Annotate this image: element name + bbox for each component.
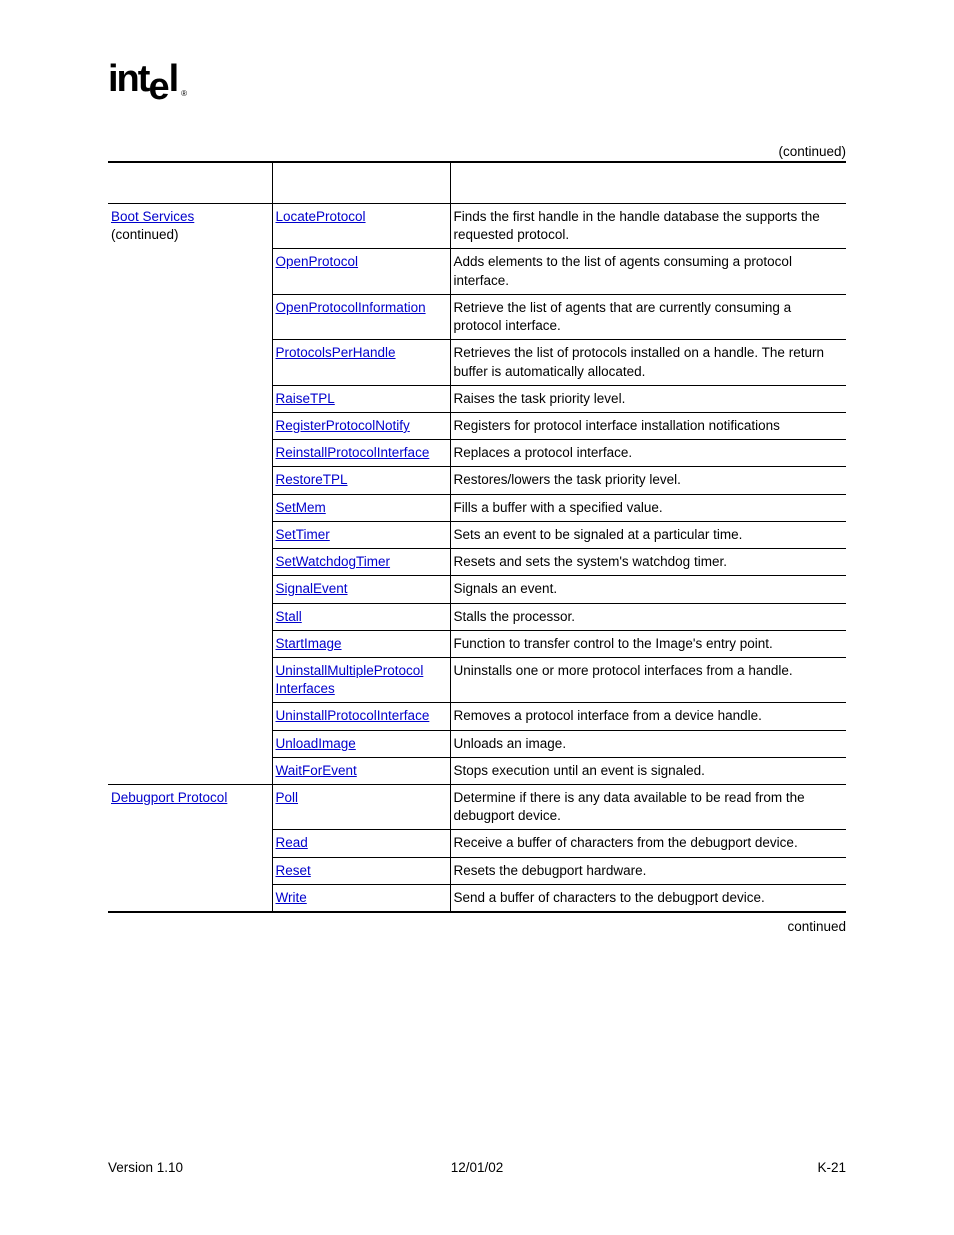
function-name-cell: UninstallMultipleProtocol Interfaces [272, 657, 450, 702]
function-desc-cell: Unloads an image. [450, 730, 846, 757]
page-footer: Version 1.10 12/01/02 K-21 [108, 1160, 846, 1175]
write-link[interactable]: Write [276, 890, 307, 905]
stall-link[interactable]: Stall [276, 609, 302, 624]
function-desc-cell: Uninstalls one or more protocol interfac… [450, 657, 846, 702]
function-desc-cell: Registers for protocol interface install… [450, 412, 846, 439]
function-name-cell: SignalEvent [272, 576, 450, 603]
category-cell-boot-services: Boot Services (continued) [108, 204, 272, 785]
boot-services-link[interactable]: Boot Services [111, 209, 194, 224]
functions-table: Boot Services (continued) LocateProtocol… [108, 161, 846, 913]
function-desc-cell: Resets the debugport hardware. [450, 857, 846, 884]
function-name-cell: Stall [272, 603, 450, 630]
function-desc-cell: Resets and sets the system's watchdog ti… [450, 549, 846, 576]
function-name-cell: ReinstallProtocolInterface [272, 440, 450, 467]
function-desc-cell: Replaces a protocol interface. [450, 440, 846, 467]
function-desc-cell: Raises the task priority level. [450, 385, 846, 412]
unload-image-link[interactable]: UnloadImage [276, 736, 356, 751]
table-header-cell [272, 162, 450, 204]
function-desc-cell: Stalls the processor. [450, 603, 846, 630]
function-desc-cell: Removes a protocol interface from a devi… [450, 703, 846, 730]
set-mem-link[interactable]: SetMem [276, 500, 326, 515]
open-protocol-link[interactable]: OpenProtocol [276, 254, 359, 269]
start-image-link[interactable]: StartImage [276, 636, 342, 651]
function-desc-cell: Stops execution until an event is signal… [450, 757, 846, 784]
table-caption-continued: (continued) [108, 144, 846, 159]
register-protocol-notify-link[interactable]: RegisterProtocolNotify [276, 418, 410, 433]
poll-link[interactable]: Poll [276, 790, 299, 805]
table-header-cell [450, 162, 846, 204]
function-desc-cell: Adds elements to the list of agents cons… [450, 249, 846, 294]
function-desc-cell: Determine if there is any data available… [450, 785, 846, 830]
reinstall-protocol-interface-link[interactable]: ReinstallProtocolInterface [276, 445, 430, 460]
function-desc-cell: Sets an event to be signaled at a partic… [450, 521, 846, 548]
continued-label: continued [108, 919, 846, 934]
table-header-cell [108, 162, 272, 204]
boot-services-subtitle: (continued) [111, 227, 179, 242]
function-name-cell: UninstallProtocolInterface [272, 703, 450, 730]
function-name-cell: StartImage [272, 630, 450, 657]
function-name-cell: SetMem [272, 494, 450, 521]
link-line1: UninstallMultipleProtocol [276, 663, 424, 678]
function-name-cell: RegisterProtocolNotify [272, 412, 450, 439]
function-desc-cell: Receive a buffer of characters from the … [450, 830, 846, 857]
function-name-cell: ProtocolsPerHandle [272, 340, 450, 385]
function-desc-cell: Retrieves the list of protocols installe… [450, 340, 846, 385]
function-name-cell: OpenProtocolInformation [272, 294, 450, 339]
restore-tpl-link[interactable]: RestoreTPL [276, 472, 348, 487]
wait-for-event-link[interactable]: WaitForEvent [276, 763, 357, 778]
set-timer-link[interactable]: SetTimer [276, 527, 330, 542]
protocols-per-handle-link[interactable]: ProtocolsPerHandle [276, 345, 396, 360]
function-name-cell: Write [272, 884, 450, 912]
reset-link[interactable]: Reset [276, 863, 311, 878]
function-desc-cell: Retrieve the list of agents that are cur… [450, 294, 846, 339]
function-name-cell: SetTimer [272, 521, 450, 548]
open-protocol-information-link[interactable]: OpenProtocolInformation [276, 300, 426, 315]
function-name-cell: Read [272, 830, 450, 857]
function-name-cell: UnloadImage [272, 730, 450, 757]
category-cell-debugport: Debugport Protocol [108, 785, 272, 913]
function-name-cell: RestoreTPL [272, 467, 450, 494]
function-name-cell: OpenProtocol [272, 249, 450, 294]
read-link[interactable]: Read [276, 835, 308, 850]
function-name-cell: RaiseTPL [272, 385, 450, 412]
function-desc-cell: Signals an event. [450, 576, 846, 603]
function-name-cell: LocateProtocol [272, 204, 450, 249]
intel-logo: intel® [108, 60, 178, 98]
debugport-protocol-link[interactable]: Debugport Protocol [111, 790, 227, 805]
uninstall-protocol-interface-link[interactable]: UninstallProtocolInterface [276, 708, 430, 723]
function-desc-cell: Send a buffer of characters to the debug… [450, 884, 846, 912]
function-name-cell: WaitForEvent [272, 757, 450, 784]
link-line2: Interfaces [276, 681, 335, 696]
function-name-cell: SetWatchdogTimer [272, 549, 450, 576]
function-name-cell: Poll [272, 785, 450, 830]
locate-protocol-link[interactable]: LocateProtocol [276, 209, 366, 224]
function-desc-cell: Restores/lowers the task priority level. [450, 467, 846, 494]
function-desc-cell: Function to transfer control to the Imag… [450, 630, 846, 657]
function-desc-cell: Fills a buffer with a specified value. [450, 494, 846, 521]
footer-date: 12/01/02 [108, 1160, 846, 1175]
raise-tpl-link[interactable]: RaiseTPL [276, 391, 335, 406]
signal-event-link[interactable]: SignalEvent [276, 581, 348, 596]
function-name-cell: Reset [272, 857, 450, 884]
function-desc-cell: Finds the first handle in the handle dat… [450, 204, 846, 249]
set-watchdog-timer-link[interactable]: SetWatchdogTimer [276, 554, 391, 569]
uninstall-multiple-protocol-interfaces-link[interactable]: UninstallMultipleProtocol Interfaces [276, 663, 424, 696]
